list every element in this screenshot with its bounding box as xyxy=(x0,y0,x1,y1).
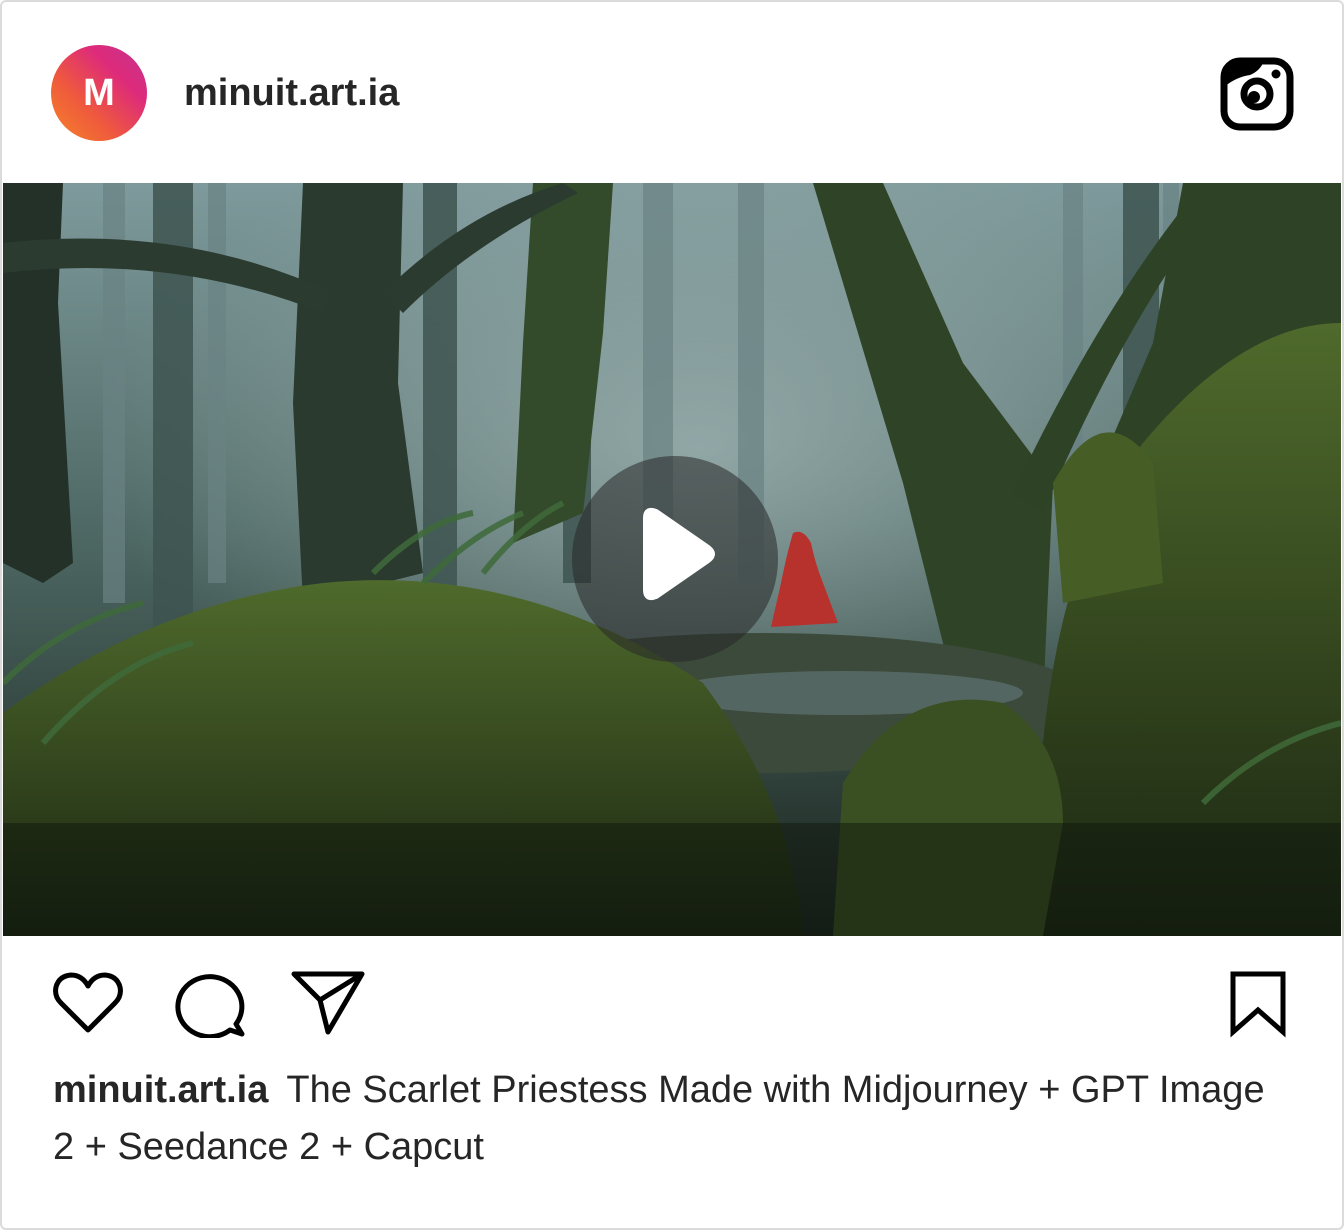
avatar-initial: M xyxy=(83,71,115,114)
play-icon xyxy=(643,507,715,601)
instagram-post-card: M minuit.art.ia minuit.art.ia The Scarle… xyxy=(0,0,1344,1230)
post-caption: minuit.art.ia The Scarlet Priestess Made … xyxy=(53,1062,1293,1176)
post-header: M minuit.art.ia xyxy=(2,2,1342,183)
username-link[interactable]: minuit.art.ia xyxy=(184,70,399,116)
instagram-logo-icon[interactable] xyxy=(1220,57,1294,131)
bookmark-icon[interactable] xyxy=(1226,970,1290,1038)
play-button[interactable] xyxy=(572,456,778,662)
comment-bubble-icon[interactable] xyxy=(172,968,248,1038)
caption-username-link[interactable]: minuit.art.ia xyxy=(53,1069,268,1111)
avatar[interactable]: M xyxy=(51,45,147,141)
post-video[interactable] xyxy=(3,183,1341,936)
paper-plane-icon[interactable] xyxy=(290,968,366,1036)
heart-icon[interactable] xyxy=(52,970,124,1036)
